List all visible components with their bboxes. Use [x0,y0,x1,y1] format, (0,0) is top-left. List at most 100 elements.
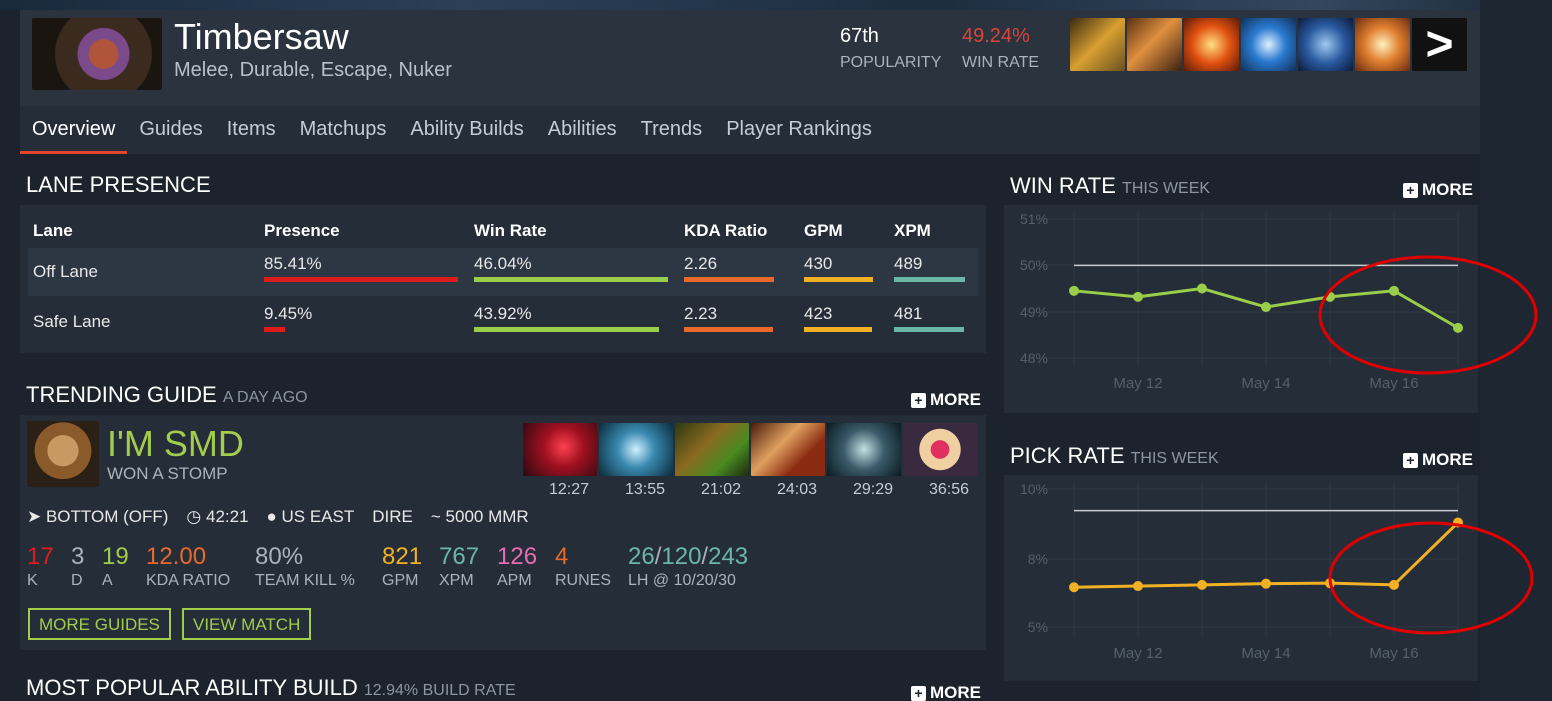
hero-roles: Melee, Durable, Escape, Nuker [174,59,452,81]
region-meta: ● US EAST [267,507,355,527]
data-point [1197,579,1207,590]
plus-icon: + [1403,182,1418,198]
x-tick-label: May 12 [1113,375,1162,392]
trending-subtitle: A DAY AGO [222,389,308,406]
x-tick-label: May 12 [1113,645,1162,662]
kda-value: 2.23 [684,304,718,323]
duration-text: 42:21 [205,507,249,526]
location-arrow-icon: ➤ [27,507,46,526]
data-point [1069,582,1079,593]
ability-return-chakram-icon[interactable] [1355,18,1410,71]
data-point [1389,285,1399,296]
presence-value: 85.41% [264,254,322,273]
col-header-kda: KDA Ratio [684,221,768,240]
xpm-value: 481 [894,304,923,323]
y-tick-label: 51% [1020,211,1048,227]
winrate-more-link[interactable]: + MORE [1403,180,1473,200]
ability-whirling-death-icon[interactable] [1070,18,1125,71]
table-row[interactable]: Off Lane 85.41% 46.04% 2.26 430 489 [28,248,978,296]
trending-guide-panel: I'M SMD WON A STOMP 12:27 13:55 21:02 24… [20,415,986,650]
data-point [1325,291,1335,302]
kda-ratio-value: 12.00 [146,543,207,570]
clock-icon: ◷ [186,507,206,526]
item-icon[interactable] [599,423,673,476]
tab-items[interactable]: Items [215,106,288,154]
data-point [1197,283,1207,294]
winrate-chart-title-text: WIN RATE [1010,173,1116,198]
nav-tabs: Overview Guides Items Matchups Ability B… [20,106,1480,154]
data-point [1133,581,1143,592]
y-tick-label: 8% [1028,551,1048,567]
data-point [1261,302,1271,313]
popular-build-title-text: MOST POPULAR ABILITY BUILD [26,675,358,700]
tab-overview[interactable]: Overview [20,106,128,154]
match-meta: ➤ BOTTOM (OFF) ◷ 42:21 ● US EAST DIRE ~ … [27,507,529,527]
pickrate-chart-panel: 10% 8% 5% May 12 May 14 May 16 [1004,475,1478,681]
tab-player-rankings[interactable]: Player Rankings [714,106,884,154]
popularity-value: 67th [840,25,879,47]
data-point [1453,517,1463,528]
apm-value: 126 [497,543,538,570]
tab-ability-builds[interactable]: Ability Builds [398,106,535,154]
pickrate-more-link[interactable]: + MORE [1403,450,1473,470]
more-label: MORE [1422,450,1473,469]
y-tick-label: 5% [1028,619,1048,635]
hero-portrait [32,18,162,90]
lane-name: Safe Lane [33,312,111,331]
item-icon[interactable] [751,423,825,476]
kills-label: K [27,572,38,589]
ability-second-chakram-icon[interactable] [1298,18,1353,71]
tab-matchups[interactable]: Matchups [288,106,399,154]
col-header-winrate: Win Rate [474,221,547,240]
presence-value: 9.45% [264,304,313,323]
winrate-bar [474,277,668,282]
y-tick-label: 50% [1020,257,1048,273]
y-tick-label: 48% [1020,350,1048,366]
item-time: 13:55 [624,481,665,498]
xpm-value: 767 [439,543,480,570]
more-abilities-icon[interactable]: > [1412,18,1467,71]
item-icon[interactable] [903,423,977,476]
lh-10: 26 [628,543,655,570]
ability-timber-chain-icon[interactable] [1127,18,1182,71]
player-name[interactable]: I'M SMD [107,423,244,465]
gpm-bar [804,327,872,332]
match-result: WON A STOMP [107,464,228,483]
tab-abilities[interactable]: Abilities [536,106,629,154]
top-background-strip [0,0,1552,10]
kda-bar [684,277,774,282]
item-time: 12:27 [548,481,589,498]
item-build [523,423,977,476]
ability-reactive-armor-icon[interactable] [1184,18,1239,71]
popularity-label: POPULARITY [840,54,942,71]
region-text: US EAST [281,507,355,526]
table-row[interactable]: Safe Lane 9.45% 43.92% 2.23 423 481 [28,298,978,346]
view-match-button[interactable]: VIEW MATCH [182,608,312,640]
teamkill-label: TEAM KILL % [255,572,355,589]
kda-value: 2.26 [684,254,718,273]
lh-30: 243 [708,543,749,570]
tab-trends[interactable]: Trends [629,106,715,154]
more-label: MORE [930,683,981,701]
data-point [1261,578,1271,589]
trending-more-link[interactable]: + MORE [911,390,981,410]
pickrate-chart-subtitle: THIS WEEK [1130,450,1219,467]
ability-chakram-icon[interactable] [1241,18,1296,71]
player-avatar[interactable] [27,421,99,487]
item-icon[interactable] [827,423,901,476]
presence-bar [264,277,458,282]
kda-bar [684,327,773,332]
tab-guides[interactable]: Guides [127,106,214,154]
y-tick-label: 10% [1020,481,1048,497]
popular-build-more-link[interactable]: + MORE [911,683,981,701]
trending-title-text: TRENDING GUIDE [26,382,217,407]
item-icon[interactable] [523,423,597,476]
data-point [1325,578,1335,589]
item-icon[interactable] [675,423,749,476]
duration-meta: ◷ 42:21 [186,507,248,527]
lane-meta: ➤ BOTTOM (OFF) [27,507,168,527]
x-tick-label: May 16 [1369,375,1418,392]
plus-icon: + [911,685,926,701]
more-label: MORE [930,390,981,409]
more-guides-button[interactable]: MORE GUIDES [28,608,171,640]
